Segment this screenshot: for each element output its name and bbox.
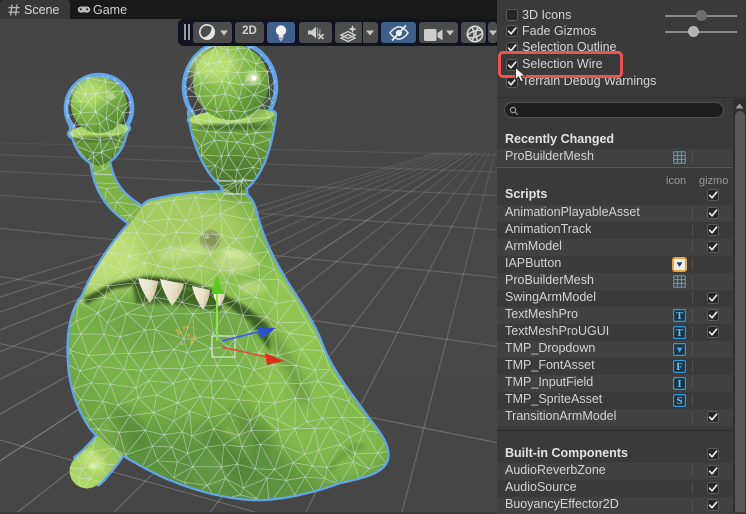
svg-text:I: I (677, 379, 681, 390)
svg-text:T: T (676, 328, 683, 339)
svg-text:S: S (677, 396, 683, 407)
svg-text:T: T (676, 311, 683, 322)
svg-text:F: F (676, 362, 682, 373)
